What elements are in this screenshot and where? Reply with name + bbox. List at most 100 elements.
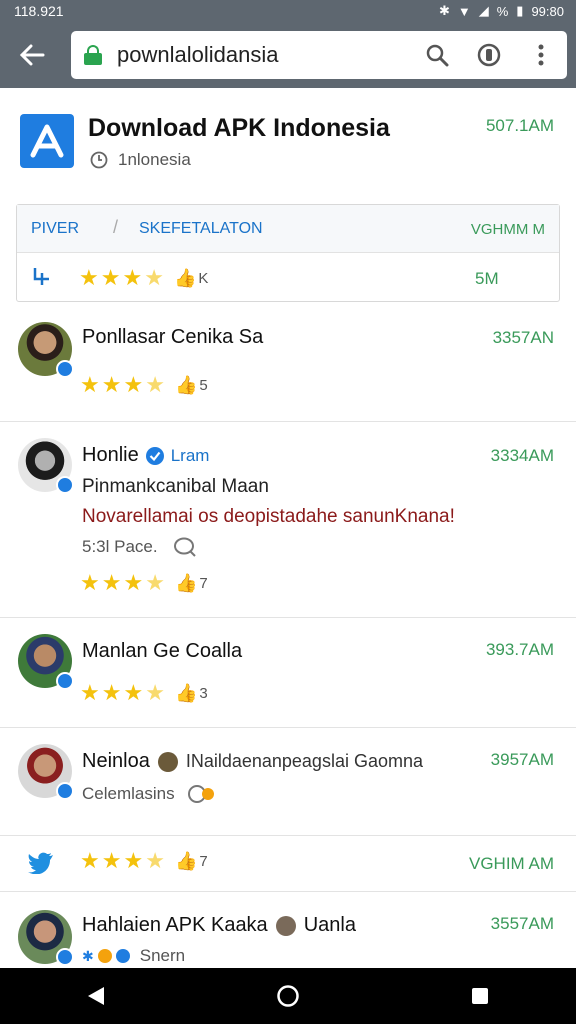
verified-badge-icon [56,782,74,800]
verified-icon [115,949,130,963]
tab-separator: / [113,217,119,237]
more-vert-icon [538,44,544,66]
post-time: 3334AM [490,446,554,465]
search-icon [426,44,449,67]
nav-home-button[interactable] [258,968,318,1024]
arrow-left-icon [19,44,45,66]
browser-toolbar: pownlalolidansia [0,22,576,88]
post-author[interactable]: Hahlaien APK Kaaka [82,914,268,937]
more-menu-button[interactable] [515,31,567,79]
header-time: 507.1AM [485,116,554,135]
sparkle-icon: ✱ [82,947,94,964]
post-author[interactable]: Manlan Ge Coalla [82,640,242,663]
rating-stars: ★ ★ ★ ★ 👍 3 [80,682,208,704]
circle-home-icon [277,985,299,1007]
nav-recents-button[interactable] [450,968,510,1024]
avatar[interactable] [18,910,74,966]
post-time: 3557AM [490,914,554,933]
filter-rating-row: ★ ★ ★ ★ 👍 K 5M [17,253,559,303]
post-meta-text: 5:3l Pace. [82,537,158,556]
star-icon: ★ [80,372,100,397]
post-author[interactable]: Ponllasar Cenika Sa [82,326,263,349]
coin-icon[interactable] [187,784,217,804]
tab-piver[interactable]: PIVER [31,220,79,238]
comment-icon[interactable] [172,536,198,558]
post-extra: INaildaenanpeagslai Gaomna [185,751,423,771]
list-item[interactable]: Ponllasar Cenika Sa 3357AN ★ ★ ★ ★ 👍 5 [0,310,576,422]
triangle-back-icon [88,987,104,1005]
star-half-icon: ★ [145,570,165,595]
thumbs-up-icon[interactable]: 👍 [175,573,197,594]
twitter-bird-icon[interactable] [28,852,54,874]
star-half-icon: ★ [145,848,165,873]
list-item[interactable]: ★ ★ ★ ★ 👍 7 VGHIM AM [0,836,576,892]
list-item[interactable]: Manlan Ge Coalla 393.7AM ★ ★ ★ ★ 👍 3 [0,618,576,728]
subtitle-text: 1nlonesia [118,150,191,169]
status-bar: 118.921 ✱ ▼ ◢ % ▮ 99:80 [0,0,576,22]
star-icon: ★ [80,848,100,873]
mini-avatar-icon [157,751,178,772]
post-meta: Celemlasins [82,784,217,804]
star-icon: ★ [122,265,143,290]
post-extra: Uanla [303,914,356,936]
square-recents-icon [472,988,488,1004]
post-author-row: Neinloa INaildaenanpeagslai Gaomna [82,750,423,773]
star-half-icon: ★ [145,680,165,705]
battery-percent: % [496,3,509,19]
post-tag[interactable]: Lram [171,446,210,466]
clock-icon [90,151,108,169]
bluetooth-icon: ✱ [438,3,450,18]
like-count: 5 [199,376,208,394]
rating-stars: ★ ★ ★ ★ 👍 7 [80,850,208,872]
verified-badge-icon [56,672,74,690]
list-item[interactable]: Neinloa INaildaenanpeagslai Gaomna 3957A… [0,728,576,836]
like-count: 7 [199,574,208,592]
post-time: VGHIM AM [468,854,554,873]
avatar[interactable] [18,438,74,494]
url-text[interactable]: pownlalolidansia [117,42,411,68]
post-author[interactable]: Neinloa [82,750,150,773]
system-nav-bar [0,968,576,1024]
verified-badge-icon [56,360,74,378]
url-bar[interactable]: pownlalolidansia [71,31,567,79]
page-subtitle: 1nlonesia [90,150,191,170]
star-icon: ★ [80,570,100,595]
filter-tabs: PIVER / SKEFETALATON VGHMM M [17,205,559,253]
thumbs-up-icon[interactable]: 👍 [175,851,197,872]
app-header: Download APK Indonesia 1nlonesia 507.1AM [0,100,576,196]
star-icon: ★ [101,372,122,397]
avatar[interactable] [18,322,74,378]
like-count: K [198,269,209,287]
post-time: 393.7AM [485,640,554,659]
status-icons: ✱ ▼ ◢ % ▮ 99:80 [439,3,564,19]
search-button[interactable] [411,31,463,79]
avatar[interactable] [18,744,74,800]
mini-avatar-icon [275,915,296,936]
back-button[interactable] [0,22,64,88]
list-item[interactable]: Hahlaien APK Kaaka Uanla 3557AM ✱ Snern [0,892,576,968]
post-author[interactable]: Honlie [82,444,139,467]
list-item[interactable]: Honlie Lram 3334AM Pinmankcanibal Maan N… [0,422,576,618]
status-left-text: 118.921 [14,3,64,19]
thumbs-up-icon[interactable]: 👍 [175,375,197,396]
star-half-icon: ★ [144,265,164,290]
page-title: Download APK Indonesia [88,114,390,142]
post-meta: 5:3l Pace. [82,536,198,558]
star-icon: ★ [80,680,100,705]
sort-icon[interactable] [31,265,53,287]
lock-icon [83,45,103,65]
coin-icon [97,949,112,963]
like-count: 3 [199,684,208,702]
thumbs-up-icon[interactable]: 👍 [175,683,197,704]
star-half-icon: ★ [145,372,165,397]
thumbs-up-icon[interactable]: 👍 [174,268,196,289]
app-store-icon [30,124,64,158]
nav-back-button[interactable] [66,968,126,1024]
battery-icon: ▮ [516,3,524,18]
star-icon: ★ [123,372,144,397]
post-meta-text: Celemlasins [82,784,175,803]
tab-skefetalaton[interactable]: SKEFETALATON [139,220,263,238]
reader-button[interactable] [463,31,515,79]
avatar[interactable] [18,634,74,690]
rating-stars: ★ ★ ★ ★ 👍 K [79,267,208,289]
